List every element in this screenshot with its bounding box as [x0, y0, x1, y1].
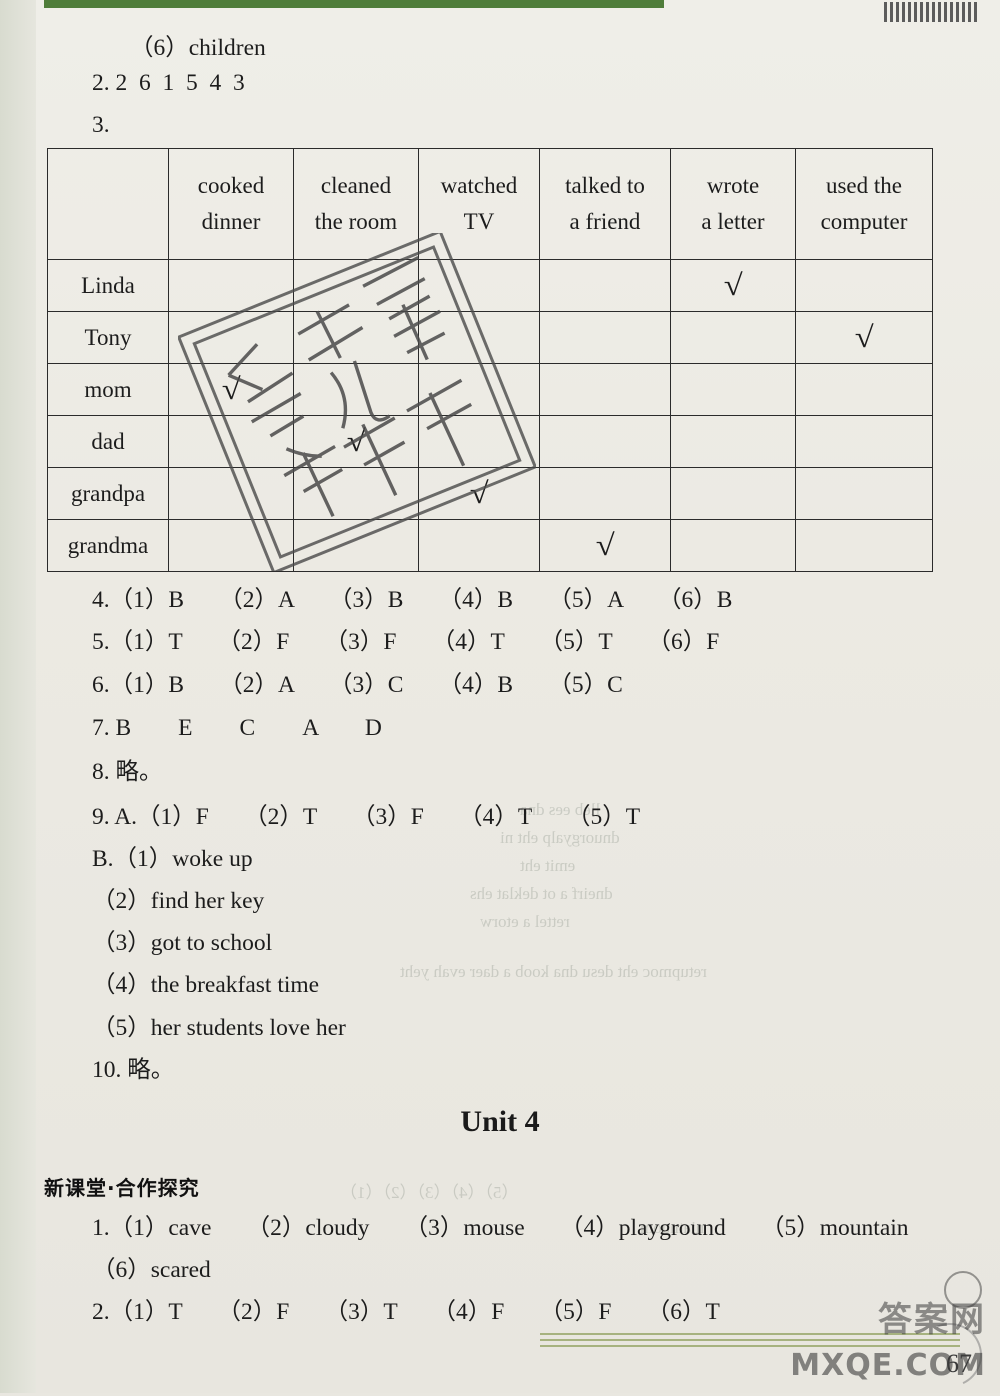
- table-cell: [293, 519, 419, 572]
- table-cell: [795, 467, 933, 520]
- answer-line: 10. 略。: [92, 1057, 175, 1083]
- ghost-text: rettel a etorw: [480, 912, 570, 931]
- table-cell: [795, 363, 933, 416]
- table-cell: [293, 259, 419, 312]
- table-cell-checked: √: [670, 259, 796, 312]
- check-icon: √: [595, 528, 615, 562]
- table-row: grandma √: [47, 519, 933, 572]
- table-cell: [539, 363, 671, 416]
- table-cell: [539, 415, 671, 468]
- table-cell: [168, 311, 294, 364]
- table-cell: [418, 519, 540, 572]
- ghost-text: emit eht: [520, 856, 576, 875]
- answer-line: 7. B E C A D: [92, 715, 382, 741]
- check-icon: √: [723, 268, 743, 302]
- page-content: lleb ees dna dnuorgyalp eht ni emit eht …: [0, 0, 1000, 1396]
- table-row-label: grandpa: [47, 467, 169, 520]
- table-header-row: cooked dinner cleaned the room watched TV talk…: [47, 148, 933, 260]
- table-cell-checked: √: [168, 363, 294, 416]
- table-cell: [293, 311, 419, 364]
- table-cell: [670, 415, 796, 468]
- answer-line-2: 2. 2 6 1 5 4 3: [92, 70, 245, 96]
- table-cell: [293, 363, 419, 416]
- unit-title: Unit 4: [460, 1105, 540, 1138]
- table-header-cell: watched TV: [418, 148, 540, 260]
- table-cell: [168, 259, 294, 312]
- table-cell: [795, 415, 933, 468]
- table-row-label: Linda: [47, 259, 169, 312]
- table-header-cell: used the computer: [795, 148, 933, 260]
- table-row: grandpa √: [47, 467, 933, 520]
- answer-line: 4.（1）B （2）A （3）B （4）B （5）A （6）B: [92, 587, 733, 613]
- table-cell: [795, 519, 933, 572]
- table-cell: [418, 311, 540, 364]
- answer-line: 5.（1）T （2）F （3）F （4）T （5）T （6）F: [92, 629, 720, 655]
- answer-line: （6）scared: [92, 1257, 211, 1283]
- table-row-label: dad: [47, 415, 169, 468]
- table-cell-checked: √: [418, 467, 540, 520]
- table-cell: [168, 415, 294, 468]
- ghost-text: dneirf a ot deklat ehs: [470, 884, 613, 903]
- table-cell: [670, 519, 796, 572]
- table-row: dad √: [47, 415, 933, 468]
- answer-line: 8. 略。: [92, 759, 163, 785]
- table-row: mom √: [47, 363, 933, 416]
- table-cell: [539, 259, 671, 312]
- table-cell-checked: √: [539, 519, 671, 572]
- table-row: Tony √: [47, 311, 933, 364]
- table-row-label: mom: [47, 363, 169, 416]
- table-cell: [670, 311, 796, 364]
- ghost-text: dnuorgyalp eht ni: [500, 828, 620, 847]
- answers-table: cooked dinner cleaned the room watched TV talk…: [47, 148, 933, 572]
- table-row-label: Tony: [47, 311, 169, 364]
- answer-line: （5）her students love her: [92, 1015, 346, 1041]
- answer-line: （3）got to school: [92, 930, 273, 956]
- answer-line: 6.（1）B （2）A （3）C （4）B （5）C: [92, 672, 623, 698]
- table-row: Linda √: [47, 259, 933, 312]
- table-header-cell: wrote a letter: [670, 148, 796, 260]
- answer-line: 1.（1）cave （2）cloudy （3）mouse （4）playgrou…: [92, 1215, 909, 1241]
- watermark-site: MXQE.COM: [790, 1348, 986, 1383]
- check-icon: √: [346, 424, 366, 458]
- table-cell: [168, 519, 294, 572]
- answer-line-1-6: （6）children: [130, 35, 266, 61]
- table-cell: [418, 363, 540, 416]
- check-icon: √: [221, 372, 241, 406]
- check-icon: √: [854, 320, 874, 354]
- ghost-text: retupmoc eht desu dna koob a daer evah y…: [400, 962, 707, 981]
- table-row-label: grandma: [47, 519, 169, 572]
- answer-line: B.（1）woke up: [92, 846, 253, 872]
- table-header-cell: cooked dinner: [168, 148, 294, 260]
- check-icon: √: [469, 476, 489, 510]
- table-cell: [539, 311, 671, 364]
- table-header-cell: talked to a friend: [539, 148, 671, 260]
- table-header-corner: [47, 148, 169, 260]
- answer-line: （2）find her key: [92, 888, 265, 914]
- table-cell: [670, 363, 796, 416]
- table-cell: [418, 259, 540, 312]
- ghost-text: （5）（4）（3）（2）（1）: [340, 1183, 519, 1202]
- answer-line: （4）the breakfast time: [92, 972, 320, 998]
- table-cell-checked: √: [293, 415, 419, 468]
- answer-line: 9. A.（1）F （2）T （3）F （4）T （5）T: [92, 804, 641, 830]
- table-cell-checked: √: [795, 311, 933, 364]
- table-cell: [418, 415, 540, 468]
- table-cell: [795, 259, 933, 312]
- section-label: 新课堂·合作探究: [44, 1176, 200, 1200]
- table-cell: [539, 467, 671, 520]
- table-cell: [168, 467, 294, 520]
- watermark-brand: 答案网: [878, 1300, 986, 1340]
- table-header-cell: cleaned the room: [293, 148, 419, 260]
- answer-line: 2.（1）T （2）F （3）T （4）F （5）F （6）T: [92, 1299, 720, 1325]
- table-cell: [670, 467, 796, 520]
- table-cell: [293, 467, 419, 520]
- answer-line-3-label: 3.: [92, 112, 110, 138]
